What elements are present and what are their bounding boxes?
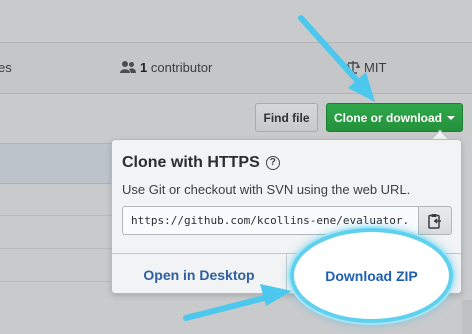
clone-panel-title: Clone with HTTPS ? [122, 154, 280, 172]
clone-or-download-button[interactable]: Clone or download [326, 103, 463, 132]
find-file-button[interactable]: Find file [255, 103, 318, 132]
question-icon[interactable]: ? [265, 156, 280, 170]
file-row-divider [0, 215, 112, 216]
branches-stat[interactable]: es [0, 60, 12, 75]
people-icon [120, 61, 136, 73]
file-table-header [0, 143, 112, 184]
license-stat[interactable]: MIT [346, 60, 386, 75]
clone-title-text: Clone with HTTPS [122, 154, 260, 171]
copy-url-button[interactable] [418, 206, 452, 235]
contributors-stat[interactable]: 1 contributor [120, 60, 212, 75]
open-in-desktop-button[interactable]: Open in Desktop [112, 254, 287, 295]
caret-down-icon [447, 116, 455, 120]
file-row-divider [0, 248, 112, 249]
clone-description: Use Git or checkout with SVN using the w… [122, 182, 411, 197]
contributors-count: 1 [140, 60, 148, 75]
license-label: MIT [364, 60, 387, 75]
file-row-divider [0, 281, 112, 282]
clipboard-icon [428, 213, 441, 229]
download-zip-button[interactable]: Download ZIP [290, 228, 453, 323]
contributors-label: contributor [150, 60, 213, 75]
clone-button-label: Clone or download [334, 110, 442, 125]
page-edge [462, 300, 472, 334]
law-icon [346, 61, 360, 74]
download-zip-label: Download ZIP [325, 267, 418, 284]
repo-stats-bar: es 1 contributor MIT [0, 42, 472, 94]
